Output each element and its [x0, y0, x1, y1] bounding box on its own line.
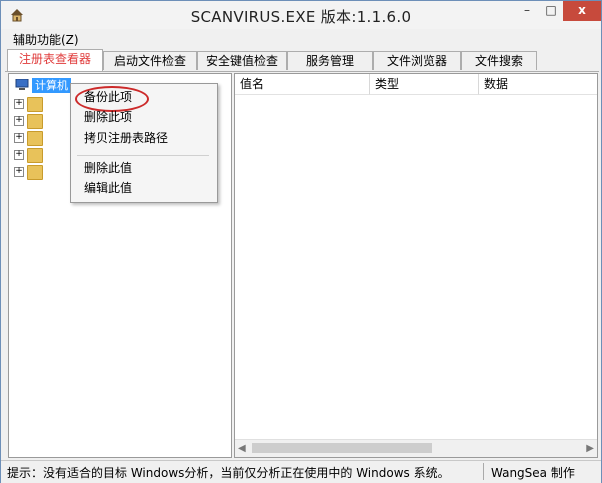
status-author: WangSea 制作 — [491, 466, 575, 480]
expand-icon[interactable]: + — [14, 150, 24, 160]
tree-node[interactable]: + — [14, 113, 54, 129]
scrollbar-thumb[interactable] — [252, 443, 432, 453]
tab-startup-file-check[interactable]: 启动文件检查 — [103, 51, 197, 70]
menu-item-delete-key[interactable]: 删除此项 — [84, 108, 132, 126]
status-bar: 提示：没有适合的目标 Windows分析，当前仅分析正在使用中的 Windows… — [1, 460, 601, 483]
menu-item-copy-registry-path[interactable]: 拷贝注册表路径 — [84, 129, 168, 147]
menu-item-delete-value[interactable]: 删除此值 — [84, 159, 132, 177]
tree-node[interactable]: + — [14, 147, 54, 163]
expand-icon[interactable]: + — [14, 99, 24, 109]
expand-icon[interactable]: + — [14, 167, 24, 177]
app-window: SCANVIRUS.EXE 版本:1.1.6.0 – □ x 辅助功能(Z) 注… — [0, 0, 602, 483]
folder-icon — [27, 97, 43, 112]
column-header-type[interactable]: 类型 — [370, 74, 479, 95]
expand-icon[interactable]: + — [14, 133, 24, 143]
tab-strip: 注册表查看器 启动文件检查 安全键值检查 服务管理 文件浏览器 文件搜索 — [5, 49, 599, 72]
tab-security-key-check[interactable]: 安全键值检查 — [197, 51, 287, 70]
status-hint: 提示：没有适合的目标 Windows分析，当前仅分析正在使用中的 Windows… — [7, 466, 450, 480]
folder-icon — [27, 148, 43, 163]
tab-file-search[interactable]: 文件搜索 — [461, 51, 537, 70]
scroll-left-icon[interactable]: ◀ — [238, 443, 246, 454]
minimize-button[interactable]: – — [515, 1, 539, 21]
tab-registry-viewer[interactable]: 注册表查看器 — [7, 49, 103, 71]
folder-icon — [27, 165, 43, 180]
title-bar: SCANVIRUS.EXE 版本:1.1.6.0 – □ x — [1, 1, 601, 29]
menu-bar: 辅助功能(Z) — [1, 29, 601, 47]
tree-node[interactable]: + — [14, 96, 54, 112]
status-divider — [483, 463, 484, 480]
close-button[interactable]: x — [563, 1, 601, 21]
menu-assist-functions[interactable]: 辅助功能(Z) — [13, 31, 79, 48]
horizontal-scrollbar[interactable]: ◀ ▶ — [235, 439, 597, 457]
window-title: SCANVIRUS.EXE 版本:1.1.6.0 — [190, 8, 412, 26]
scroll-right-icon[interactable]: ▶ — [586, 443, 594, 454]
folder-icon — [27, 131, 43, 146]
menu-item-backup-key[interactable]: 备份此项 — [84, 88, 132, 106]
tree-root-label: 计算机 — [32, 78, 71, 93]
value-list[interactable]: 值名 类型 数据 ◀ ▶ — [234, 73, 598, 458]
expand-icon[interactable]: + — [14, 116, 24, 126]
column-header-value-name[interactable]: 值名 — [235, 74, 370, 95]
menu-item-edit-value[interactable]: 编辑此值 — [84, 179, 132, 197]
menu-separator — [77, 155, 209, 156]
maximize-button[interactable]: □ — [539, 1, 563, 21]
tree-node[interactable]: + — [14, 130, 54, 146]
column-header-data[interactable]: 数据 — [479, 74, 597, 95]
folder-icon — [27, 114, 43, 129]
tab-file-browser[interactable]: 文件浏览器 — [373, 51, 461, 70]
tab-service-management[interactable]: 服务管理 — [287, 51, 373, 70]
context-menu: 备份此项 删除此项 拷贝注册表路径 删除此值 编辑此值 — [70, 83, 218, 203]
computer-icon — [15, 79, 29, 90]
tree-node[interactable]: + — [14, 164, 54, 180]
